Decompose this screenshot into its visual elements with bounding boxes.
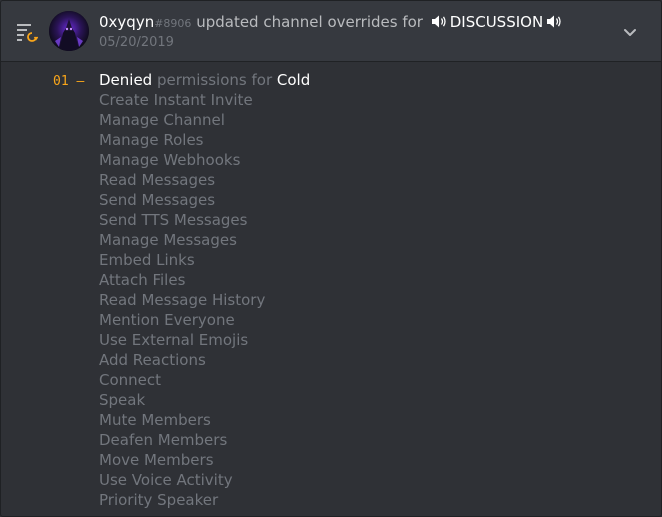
- channel-override-update-icon: [17, 24, 38, 42]
- speaker-icon: [431, 15, 446, 28]
- permission-item: Add Reactions: [99, 351, 206, 369]
- chevron-down-icon[interactable]: [621, 23, 639, 41]
- change-dash: —: [76, 74, 85, 89]
- change-index: 01: [53, 74, 69, 89]
- channel-name[interactable]: DISCUSSION: [450, 13, 543, 31]
- username[interactable]: 0xyqyn: [99, 13, 154, 31]
- change-verb: Denied: [99, 71, 153, 89]
- permission-item: Use External Emojis: [99, 331, 249, 349]
- user-discriminator: #8906: [154, 17, 192, 30]
- permission-item: Send Messages: [99, 191, 216, 209]
- avatar-image: [49, 11, 89, 51]
- permission-item: Mention Everyone: [99, 311, 235, 329]
- entry-title: 0xyqyn#8906 updated channel overrides fo…: [99, 12, 565, 34]
- permission-item: Manage Roles: [99, 131, 204, 149]
- permission-item: Deafen Members: [99, 431, 228, 449]
- audit-log-entry: 0xyqyn#8906 updated channel overrides fo…: [0, 0, 662, 517]
- audit-log-entry-header[interactable]: 0xyqyn#8906 updated channel overrides fo…: [1, 1, 661, 62]
- permission-item: Manage Webhooks: [99, 151, 241, 169]
- permission-item: Move Members: [99, 451, 214, 469]
- permission-item: Use Voice Activity: [99, 471, 233, 489]
- permission-item: Mute Members: [99, 411, 211, 429]
- permission-item: Attach Files: [99, 271, 186, 289]
- change-target-role[interactable]: Cold: [277, 71, 310, 89]
- action-text: updated channel overrides for: [196, 13, 423, 31]
- avatar[interactable]: [49, 11, 89, 51]
- change-line: 01 — Denied permissions for Cold: [53, 70, 310, 92]
- speaker-icon: [547, 15, 561, 28]
- permission-item: Read Messages: [99, 171, 216, 189]
- permission-item: Priority Speaker: [99, 491, 219, 509]
- permission-item: Create Instant Invite: [99, 91, 253, 109]
- permission-item: Connect: [99, 371, 162, 389]
- permissions-list: Create Instant Invite Manage Channel Manag…: [99, 90, 265, 510]
- permission-item: Speak: [99, 391, 146, 409]
- permission-item: Send TTS Messages: [99, 211, 248, 229]
- permission-item: Manage Messages: [99, 231, 237, 249]
- entry-date: 05/20/2019: [99, 35, 174, 50]
- change-middle-text: permissions for: [156, 71, 273, 89]
- change-number: 01 —: [53, 72, 99, 92]
- permission-item: Manage Channel: [99, 111, 225, 129]
- permission-item: Embed Links: [99, 251, 195, 269]
- permission-item: Read Message History: [99, 291, 266, 309]
